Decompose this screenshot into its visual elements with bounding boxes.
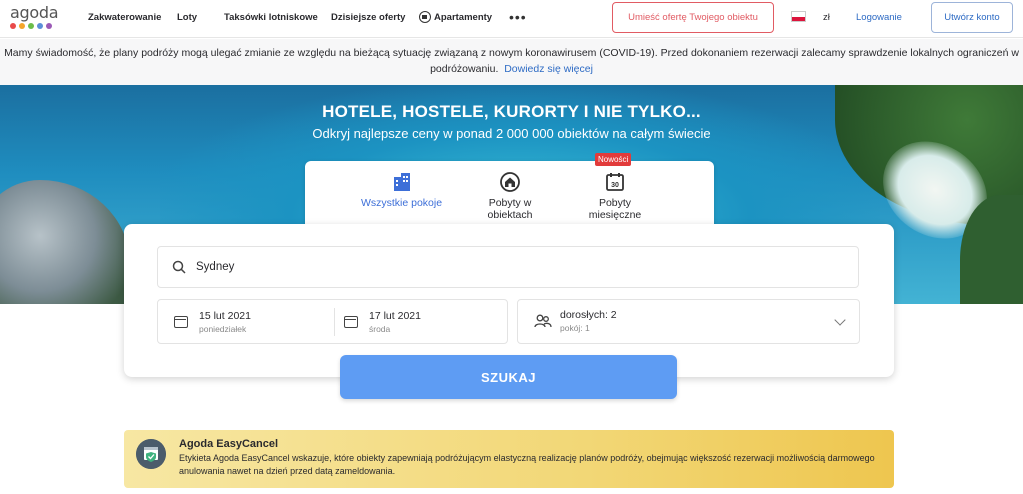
- home-icon: [500, 172, 520, 192]
- chevron-down-icon[interactable]: [834, 314, 846, 326]
- learn-more-link[interactable]: Dowiedz się więcej: [504, 63, 593, 75]
- calendar-checkout-icon: [344, 315, 358, 328]
- logo-dot: [28, 23, 34, 29]
- checkout-field[interactable]: 17 lut 2021 środa: [344, 300, 421, 343]
- hero-subtitle: Odkryj najlepsze ceny w ponad 2 000 000 …: [312, 126, 711, 141]
- nav-apartments[interactable]: Apartamenty: [419, 11, 492, 23]
- currency-selector[interactable]: zł: [823, 12, 830, 23]
- guests-count: dorosłych: 2: [560, 309, 617, 321]
- checkout-day: środa: [369, 323, 391, 334]
- svg-text:30: 30: [611, 182, 619, 189]
- search-icon: [172, 260, 186, 274]
- post-listing-button[interactable]: Umieść ofertę Twojego obiektu: [612, 2, 774, 33]
- date-range-field[interactable]: 15 lut 2021 poniedziałek 17 lut 2021 śro…: [157, 299, 508, 344]
- hero-title: HOTELE, HOSTELE, KURORTY I NIE TYLKO...: [322, 102, 701, 121]
- easycancel-description: Etykieta Agoda EasyCancel wskazuje, któr…: [179, 453, 875, 476]
- rooms-count: pokój: 1: [560, 323, 590, 333]
- logo-dots: [10, 23, 58, 29]
- create-account-button[interactable]: Utwórz konto: [931, 2, 1013, 33]
- nav-flights[interactable]: Loty: [177, 12, 197, 23]
- checkin-field[interactable]: 15 lut 2021 poniedziałek: [174, 300, 251, 343]
- tab-monthly-stays-label: Pobyty miesięczne: [588, 197, 642, 221]
- checkin-date: 15 lut 2021: [199, 309, 251, 322]
- nav-todays-deals[interactable]: Dzisiejsze oferty: [331, 12, 405, 23]
- logo-dot: [37, 23, 43, 29]
- nav-apartments-label: Apartamenty: [434, 11, 493, 23]
- logo-text: agoda: [10, 3, 59, 22]
- calendar-checkin-icon: [174, 315, 188, 328]
- logo-dot: [19, 23, 25, 29]
- poland-flag-icon[interactable]: [791, 11, 806, 22]
- more-dots-icon[interactable]: •••: [509, 9, 527, 25]
- occupancy-field[interactable]: dorosłych: 2 pokój: 1: [517, 299, 860, 344]
- buildings-icon: [393, 173, 410, 191]
- checkout-date: 17 lut 2021: [369, 309, 421, 322]
- login-link[interactable]: Logowanie: [856, 12, 902, 23]
- date-divider: [334, 308, 335, 336]
- tab-home-stays-label: Pobyty w obiektach: [487, 197, 533, 221]
- search-button[interactable]: SZUKAJ: [340, 355, 677, 399]
- top-navigation: agoda Zakwaterowanie Loty Taksówki lotni…: [0, 0, 1023, 38]
- tab-all-rooms-label: Wszystkie pokoje: [360, 197, 443, 209]
- hero-rock: [0, 180, 130, 304]
- people-icon: [534, 314, 552, 328]
- nav-airport-taxis[interactable]: Taksówki lotniskowe: [224, 12, 318, 23]
- destination-field[interactable]: [157, 246, 859, 288]
- calendar-30-icon: 30: [606, 173, 624, 191]
- checkin-day: poniedziałek: [199, 323, 247, 334]
- new-badge: Nowości: [595, 153, 632, 166]
- logo-dot: [46, 23, 52, 29]
- easycancel-banner: Agoda EasyCancel Etykieta Agoda EasyCanc…: [124, 430, 894, 488]
- easycancel-title: Agoda EasyCancel: [179, 438, 279, 450]
- covid-notice: Mamy świadomość, że plany podróży mogą u…: [0, 39, 1023, 85]
- nav-accommodation[interactable]: Zakwaterowanie: [88, 12, 161, 23]
- apartment-icon: [419, 11, 431, 23]
- calendar-shield-icon: [136, 439, 166, 469]
- agoda-logo[interactable]: agoda: [10, 3, 59, 29]
- logo-dot: [10, 23, 16, 29]
- destination-input[interactable]: [196, 261, 350, 273]
